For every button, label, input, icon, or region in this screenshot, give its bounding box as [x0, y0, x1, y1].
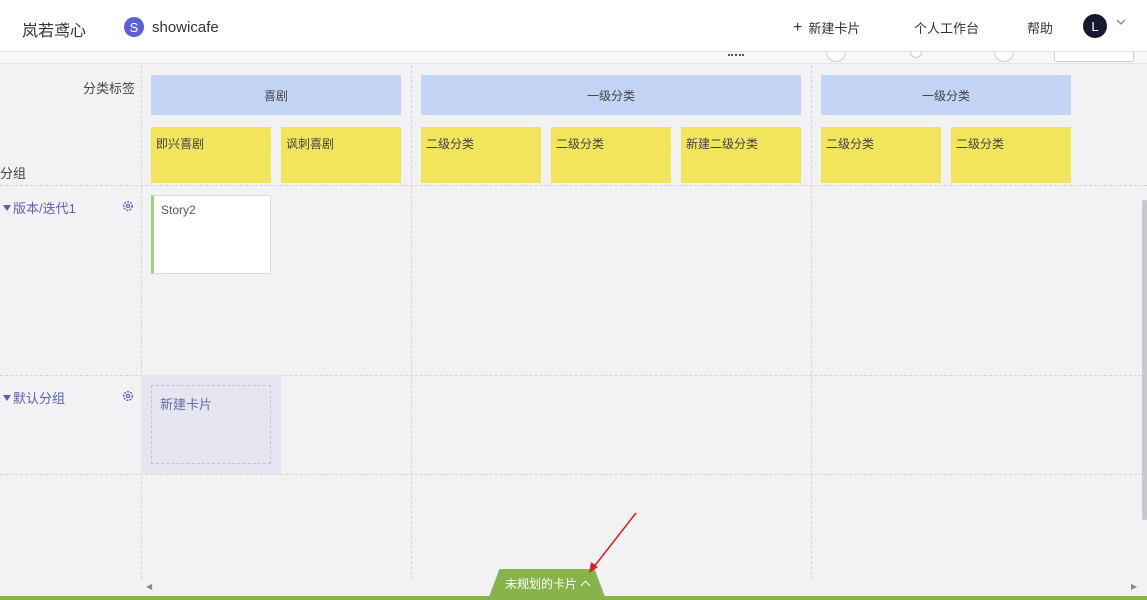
row-title: 版本/迭代1: [13, 201, 76, 216]
level2-category[interactable]: 即兴喜剧: [151, 127, 271, 183]
toolbar-select[interactable]: [1054, 52, 1134, 62]
level2-category[interactable]: 二级分类: [951, 127, 1071, 183]
gear-icon[interactable]: [122, 200, 134, 212]
plus-icon: +: [793, 19, 803, 36]
story-map-board: 分类标签 分组 喜剧 一级分类 一级分类 即兴喜剧 讽刺喜剧 二级分类 二级分类…: [0, 65, 1147, 579]
collapse-triangle-icon: [3, 394, 11, 401]
level2-category[interactable]: 新建二级分类: [681, 127, 801, 183]
scroll-right-icon[interactable]: ▶: [1131, 582, 1137, 591]
unplanned-cards-tab[interactable]: 未规划的卡片: [489, 569, 605, 597]
chevron-down-icon[interactable]: [1115, 16, 1127, 31]
story-card[interactable]: Story2: [151, 195, 271, 274]
new-card-placeholder[interactable]: 新建卡片: [151, 385, 271, 464]
project-name: showicafe: [152, 18, 219, 36]
column-divider: [811, 65, 812, 579]
vertical-scrollbar[interactable]: [1142, 200, 1147, 520]
group-label: 分组: [0, 166, 27, 181]
level1-category[interactable]: 一级分类: [421, 75, 801, 115]
row-toggle-default-group[interactable]: 默认分组: [3, 388, 65, 407]
row-label-column: [0, 65, 141, 579]
chevron-up-icon: [580, 580, 591, 590]
collapse-triangle-icon: [3, 204, 11, 211]
project-icon: S: [124, 17, 144, 37]
help-link[interactable]: 帮助: [1027, 18, 1053, 37]
level2-category[interactable]: 二级分类: [551, 127, 671, 183]
new-card-dropzone: 新建卡片: [141, 375, 281, 474]
level1-category[interactable]: 喜剧: [151, 75, 401, 115]
column-divider: [411, 65, 412, 579]
gear-icon[interactable]: [122, 390, 134, 402]
row-toggle-version[interactable]: 版本/迭代1: [3, 198, 76, 217]
new-card-label: 新建卡片: [808, 21, 861, 36]
view-toggle-icon[interactable]: [728, 52, 744, 56]
radio-option[interactable]: [994, 52, 1014, 62]
workspace-link[interactable]: 个人工作台: [914, 18, 979, 37]
top-header: 岚若鸢心 S showicafe + 新建卡片 个人工作台 帮助 L: [0, 0, 1147, 52]
project-switcher[interactable]: S showicafe: [124, 17, 219, 37]
level2-category[interactable]: 二级分类: [821, 127, 941, 183]
row-divider: [0, 474, 1147, 475]
scroll-left-icon[interactable]: ◀: [146, 582, 152, 591]
category-label: 分类标签: [83, 81, 136, 96]
level2-category[interactable]: 讽刺喜剧: [281, 127, 401, 183]
brand-name[interactable]: 岚若鸢心: [22, 17, 86, 41]
radio-option[interactable]: [826, 52, 846, 62]
level1-category[interactable]: 一级分类: [821, 75, 1071, 115]
row-divider: [0, 185, 1147, 186]
level2-category[interactable]: 二级分类: [421, 127, 541, 183]
unplanned-tab-label: 未规划的卡片: [504, 576, 577, 591]
radio-option[interactable]: [910, 52, 922, 58]
new-card-button[interactable]: + 新建卡片: [793, 18, 860, 37]
column-divider: [141, 65, 142, 579]
avatar[interactable]: L: [1083, 14, 1107, 38]
toolbar-strip: [0, 52, 1147, 64]
row-title: 默认分组: [13, 391, 66, 406]
